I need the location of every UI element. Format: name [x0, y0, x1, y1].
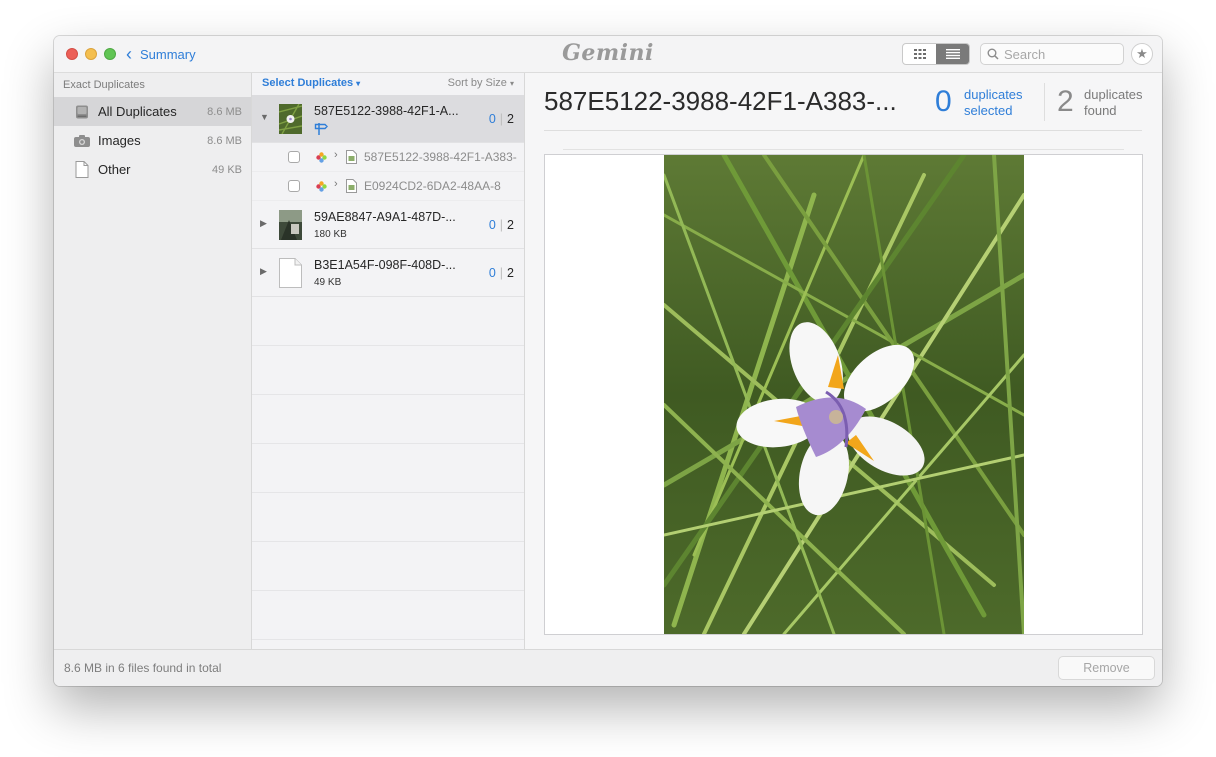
duplicate-group-row[interactable]: ▼ 587E5122-3988-42F1-A... 0 | 2	[252, 95, 524, 143]
detail-title: 587E5122-3988-42F1-A383-...	[544, 86, 897, 116]
sidebar-item-images[interactable]: Images 8.6 MB	[54, 126, 251, 155]
group-found-count: 2	[507, 112, 514, 126]
favorite-button[interactable]: ★	[1131, 43, 1153, 65]
image-thumbnail	[279, 210, 302, 240]
list-view-button[interactable]	[936, 44, 969, 64]
title-bar: ‹ Summary Gemini Search ★	[54, 36, 1162, 73]
sidebar-item-size: 8.6 MB	[207, 105, 242, 118]
sort-menu[interactable]: Sort by Size ▾	[448, 77, 514, 89]
empty-row	[252, 346, 524, 395]
signpost-icon	[314, 123, 328, 135]
group-name: 587E5122-3988-42F1-A...	[314, 104, 459, 118]
file-checkbox[interactable]	[288, 151, 300, 163]
selected-label-line2: selected	[964, 103, 1013, 118]
disclosure-collapsed-icon[interactable]: ▶	[260, 266, 267, 277]
empty-row	[252, 493, 524, 542]
select-duplicates-menu[interactable]: Select Duplicates ▾	[262, 77, 360, 89]
image-thumbnail	[279, 104, 302, 134]
duplicate-file-row[interactable]: › E0924CD2-6DA2-48AA-8	[252, 172, 524, 201]
image-file-icon	[346, 179, 357, 193]
group-selected-count: 0	[488, 218, 496, 232]
grid-icon	[913, 49, 926, 59]
search-icon	[987, 48, 999, 60]
star-icon: ★	[1136, 46, 1148, 61]
group-name: 59AE8847-A9A1-487D-...	[314, 210, 456, 224]
sidebar: Exact Duplicates All Duplicates 8.6 MB I…	[54, 73, 252, 649]
sidebar-heading: Exact Duplicates	[63, 79, 145, 91]
group-found-count: 2	[507, 266, 514, 280]
sidebar-item-label: Other	[98, 162, 131, 177]
header-divider	[544, 130, 1142, 131]
preview-stack-edge	[563, 149, 1124, 150]
group-counts: 0 | 2	[488, 266, 514, 280]
image-preview	[544, 149, 1143, 635]
duplicate-group-row[interactable]: ▶ B3E1A54F-098F-408D-... 49 KB 0 | 2	[252, 249, 524, 297]
empty-row	[252, 297, 524, 346]
group-counts: 0 | 2	[488, 112, 514, 126]
sidebar-item-label: Images	[98, 133, 141, 148]
chevron-right-icon: ›	[334, 178, 338, 190]
chevron-down-icon: ▾	[509, 79, 514, 88]
group-name: B3E1A54F-098F-408D-...	[314, 258, 456, 272]
total-summary: 8.6 MB in 6 files found in total	[64, 661, 222, 675]
found-label-line2: found	[1084, 103, 1117, 118]
view-mode-toggle[interactable]	[902, 43, 970, 65]
group-counts: 0 | 2	[488, 218, 514, 232]
remove-button[interactable]: Remove	[1058, 656, 1155, 680]
file-checkbox[interactable]	[288, 180, 300, 192]
camera-icon	[71, 134, 93, 148]
duplicates-list: Select Duplicates ▾ Sort by Size ▾ ▼ 587…	[252, 73, 525, 649]
selected-label: duplicates selected	[964, 87, 1023, 119]
group-found-count: 2	[507, 218, 514, 232]
duplicate-file-row[interactable]: › 587E5122-3988-42F1-A383-	[252, 143, 524, 172]
photos-app-icon	[316, 152, 327, 163]
app-window: ‹ Summary Gemini Search ★ Exact Duplicat…	[54, 36, 1162, 686]
empty-row	[252, 395, 524, 444]
duplicate-group-row[interactable]: ▶ 59AE8847-A9A1-487D-... 180 KB 0 | 2	[252, 201, 524, 249]
found-label-line1: duplicates	[1084, 87, 1143, 102]
document-icon	[71, 161, 93, 178]
search-field[interactable]	[980, 43, 1124, 65]
sidebar-item-size: 8.6 MB	[207, 134, 242, 147]
sidebar-item-size: 49 KB	[212, 163, 242, 176]
selected-label-line1: duplicates	[964, 87, 1023, 102]
drive-icon	[71, 104, 93, 120]
list-header: Select Duplicates ▾ Sort by Size ▾	[252, 73, 524, 95]
status-bar: 8.6 MB in 6 files found in total Remove	[54, 649, 1162, 686]
document-thumbnail	[279, 258, 302, 288]
found-label: duplicates found	[1084, 87, 1143, 119]
sort-label: Sort by Size	[447, 77, 507, 89]
chevron-down-icon: ▾	[356, 79, 361, 88]
empty-row	[252, 444, 524, 493]
list-icon	[945, 49, 960, 59]
image-file-icon	[346, 150, 357, 164]
photos-app-icon	[316, 181, 327, 192]
detail-pane: 587E5122-3988-42F1-A383-... 0 duplicates…	[525, 73, 1162, 649]
selected-count: 0	[935, 85, 952, 118]
empty-row	[252, 591, 524, 640]
select-duplicates-label: Select Duplicates	[262, 77, 354, 89]
search-input[interactable]	[1004, 46, 1114, 62]
group-selected-count: 0	[488, 266, 496, 280]
stats-divider	[1044, 83, 1045, 121]
disclosure-collapsed-icon[interactable]: ▶	[260, 218, 267, 229]
group-size: 49 KB	[314, 277, 342, 288]
group-size: 180 KB	[314, 229, 347, 240]
empty-row	[252, 542, 524, 591]
file-name: 587E5122-3988-42F1-A383-	[364, 150, 517, 164]
found-count: 2	[1057, 85, 1074, 118]
grid-view-button[interactable]	[903, 44, 936, 64]
flower-photo	[664, 155, 1024, 634]
chevron-right-icon: ›	[334, 149, 338, 161]
disclosure-expanded-icon[interactable]: ▼	[260, 112, 269, 122]
sidebar-item-all-duplicates[interactable]: All Duplicates 8.6 MB	[54, 97, 251, 126]
sidebar-item-other[interactable]: Other 49 KB	[54, 155, 251, 184]
group-selected-count: 0	[488, 112, 496, 126]
file-name: E0924CD2-6DA2-48AA-8	[364, 179, 501, 193]
sidebar-item-label: All Duplicates	[98, 104, 177, 119]
